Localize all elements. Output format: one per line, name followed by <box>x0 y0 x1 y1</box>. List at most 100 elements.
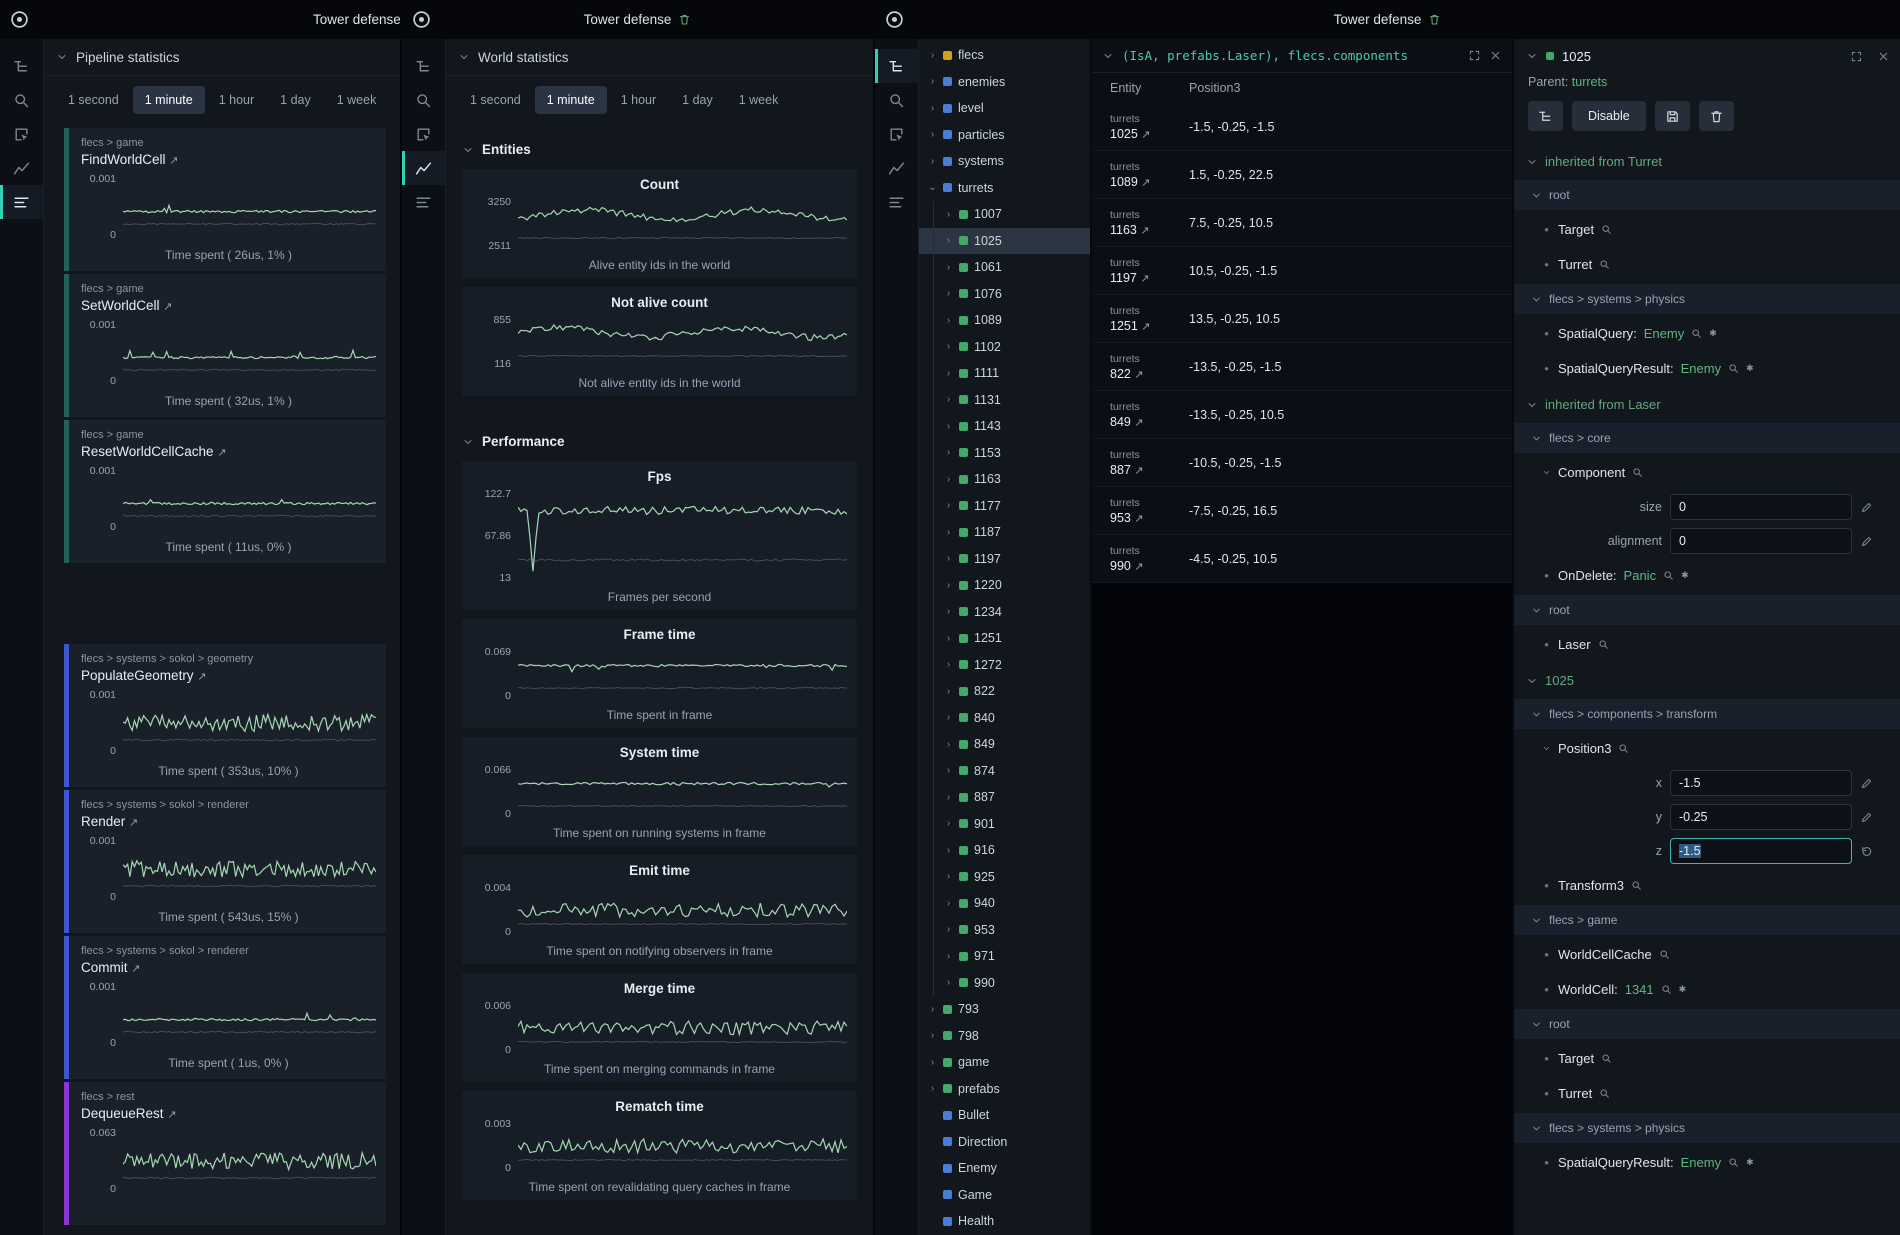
tree-item-1061[interactable]: ›1061 <box>919 254 1090 281</box>
chevron-right-icon[interactable]: › <box>944 394 953 405</box>
chevron-right-icon[interactable]: › <box>944 341 953 352</box>
card-title-link[interactable]: PopulateGeometry ↗ <box>81 668 376 683</box>
tree-item-systems[interactable]: ›systems <box>919 148 1090 175</box>
search-icon[interactable] <box>1631 880 1642 891</box>
chevron-right-icon[interactable]: › <box>944 659 953 670</box>
tree-item-Game[interactable]: Game <box>919 1182 1090 1209</box>
tree-item-916[interactable]: ›916 <box>919 837 1090 864</box>
chevron-right-icon[interactable]: › <box>944 474 953 485</box>
chevron-right-icon[interactable]: › <box>928 1004 937 1015</box>
tree-icon[interactable] <box>402 49 445 83</box>
chevron-right-icon[interactable]: › <box>944 235 953 246</box>
chevron-right-icon[interactable]: › <box>944 262 953 273</box>
section-header[interactable]: Performance <box>446 422 873 461</box>
open-link-icon[interactable]: ↗ <box>1134 513 1143 525</box>
chevron-right-icon[interactable]: › <box>944 580 953 591</box>
card-title-link[interactable]: Render ↗ <box>81 814 376 829</box>
disable-button[interactable]: Disable <box>1572 101 1646 131</box>
tree-item-1076[interactable]: ›1076 <box>919 281 1090 308</box>
tree-item-1007[interactable]: ›1007 <box>919 201 1090 228</box>
size-input[interactable]: 0 <box>1670 494 1852 520</box>
pair-icon[interactable]: ✱ <box>1746 1157 1754 1168</box>
component-value[interactable]: 1341 <box>1625 982 1654 997</box>
time-range-1-minute[interactable]: 1 minute <box>535 86 607 114</box>
chevron-down-icon[interactable] <box>1531 1123 1542 1134</box>
chevron-right-icon[interactable]: › <box>944 845 953 856</box>
search-icon[interactable] <box>1632 467 1643 478</box>
time-range-1-minute[interactable]: 1 minute <box>133 86 205 114</box>
tree-item-Bullet[interactable]: Bullet <box>919 1102 1090 1129</box>
chevron-right-icon[interactable]: › <box>928 1030 937 1041</box>
chevron-down-icon[interactable] <box>1531 433 1542 444</box>
chevron-down-icon[interactable]: ⌄ <box>928 182 937 193</box>
search-icon[interactable] <box>1599 1088 1610 1099</box>
trash-icon[interactable] <box>1428 13 1441 26</box>
close-icon[interactable] <box>1489 49 1502 62</box>
chevron-right-icon[interactable]: › <box>944 606 953 617</box>
time-range-1-day[interactable]: 1 day <box>670 86 725 114</box>
tree-item-game[interactable]: ›game <box>919 1049 1090 1076</box>
search-icon[interactable] <box>1601 1053 1612 1064</box>
inspect-icon[interactable] <box>0 117 43 151</box>
chevron-right-icon[interactable]: › <box>944 712 953 723</box>
card-title-link[interactable]: DequeueRest ↗ <box>81 1106 376 1121</box>
tree-item-1143[interactable]: ›1143 <box>919 413 1090 440</box>
open-link-icon[interactable]: ↗ <box>1141 129 1150 141</box>
x-input[interactable]: -1.5 <box>1670 770 1852 796</box>
chevron-down-icon[interactable] <box>1542 467 1551 478</box>
show-in-tree-button[interactable] <box>1528 101 1563 131</box>
y-input[interactable]: -0.25 <box>1670 804 1852 830</box>
chevron-right-icon[interactable]: › <box>944 447 953 458</box>
inspector-section-inherited from Turret[interactable]: inherited from Turret <box>1514 143 1900 178</box>
stats-icon[interactable] <box>402 185 445 219</box>
z-input[interactable]: -1.5 <box>1670 838 1852 864</box>
tree-item-925[interactable]: ›925 <box>919 864 1090 891</box>
chevron-down-icon[interactable] <box>1531 915 1542 926</box>
search-icon[interactable] <box>402 83 445 117</box>
chevron-right-icon[interactable]: › <box>928 156 937 167</box>
search-icon[interactable] <box>1728 363 1739 374</box>
search-icon[interactable] <box>1659 949 1670 960</box>
tree-item-1089[interactable]: ›1089 <box>919 307 1090 334</box>
chevron-down-icon[interactable] <box>1102 50 1114 62</box>
chevron-right-icon[interactable]: › <box>944 871 953 882</box>
tree-item-1025[interactable]: ›1025 <box>919 228 1090 255</box>
tree-item-particles[interactable]: ›particles <box>919 122 1090 149</box>
query-result-row[interactable]: turrets1163 ↗7.5, -0.25, 10.5 <box>1092 199 1512 247</box>
undo-icon[interactable] <box>1860 845 1873 858</box>
chart-icon[interactable] <box>0 151 43 185</box>
search-icon[interactable] <box>1618 743 1629 754</box>
chevron-right-icon[interactable]: › <box>928 1083 937 1094</box>
close-icon[interactable] <box>1877 50 1890 63</box>
chevron-right-icon[interactable]: › <box>944 951 953 962</box>
open-link-icon[interactable]: ↗ <box>1141 321 1150 333</box>
tree-item-793[interactable]: ›793 <box>919 996 1090 1023</box>
tree-item-1131[interactable]: ›1131 <box>919 387 1090 414</box>
edit-icon[interactable] <box>1860 501 1873 514</box>
chevron-down-icon[interactable] <box>1531 709 1542 720</box>
tree-item-901[interactable]: ›901 <box>919 811 1090 838</box>
tree-item-prefabs[interactable]: ›prefabs <box>919 1076 1090 1103</box>
chevron-down-icon[interactable] <box>1531 1019 1542 1030</box>
chevron-right-icon[interactable]: › <box>944 739 953 750</box>
tree-item-1187[interactable]: ›1187 <box>919 519 1090 546</box>
search-icon[interactable] <box>1661 984 1672 995</box>
card-title-link[interactable]: FindWorldCell ↗ <box>81 152 376 167</box>
inspector-path[interactable]: root <box>1514 595 1900 625</box>
tree-item-971[interactable]: ›971 <box>919 943 1090 970</box>
card-title-link[interactable]: SetWorldCell ↗ <box>81 298 376 313</box>
time-range-1-week[interactable]: 1 week <box>325 86 389 114</box>
inspector-section-inherited from Laser[interactable]: inherited from Laser <box>1514 386 1900 421</box>
search-icon[interactable] <box>1691 328 1702 339</box>
open-link-icon[interactable]: ↗ <box>1140 225 1149 237</box>
component-value[interactable]: Enemy <box>1681 361 1721 376</box>
pair-icon[interactable]: ✱ <box>1679 984 1687 995</box>
panel-header[interactable]: Pipeline statistics <box>44 39 400 76</box>
open-link-icon[interactable]: ↗ <box>1134 465 1143 477</box>
tree-item-990[interactable]: ›990 <box>919 970 1090 997</box>
chevron-right-icon[interactable]: › <box>944 553 953 564</box>
search-icon[interactable] <box>1601 224 1612 235</box>
open-link-icon[interactable]: ↗ <box>1134 369 1143 381</box>
inspect-icon[interactable] <box>875 117 918 151</box>
open-link-icon[interactable]: ↗ <box>1141 177 1150 189</box>
